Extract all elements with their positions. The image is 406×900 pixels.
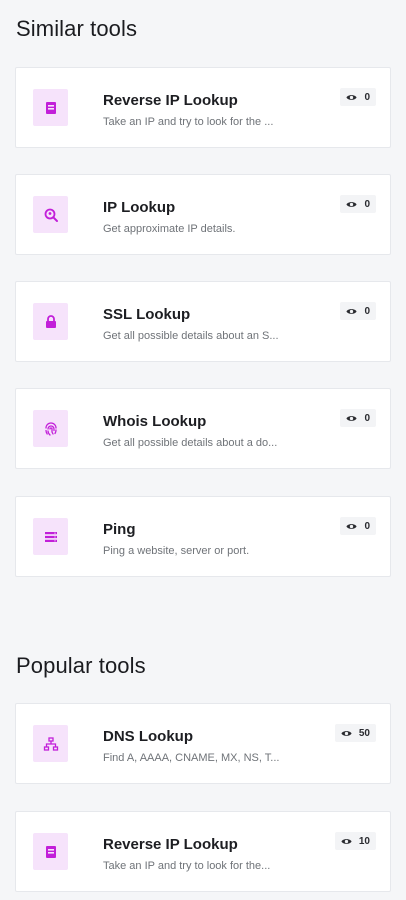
tool-name: SSL Lookup (103, 306, 191, 323)
eye-icon (346, 94, 357, 100)
tool-description: Get all possible details about an S... (103, 330, 279, 342)
tool-card-dns-lookup[interactable]: DNS Lookup Find A, AAAA, CNAME, MX, NS, … (15, 703, 391, 784)
views-badge: 0 (340, 195, 376, 213)
tools-page: Similar tools Reverse IP Lookup Take an … (0, 0, 406, 900)
tool-card-ping[interactable]: Ping Ping a website, server or port. 0 (15, 496, 391, 577)
eye-icon (346, 201, 357, 207)
tool-name: DNS Lookup (103, 728, 193, 745)
views-count: 0 (364, 91, 370, 103)
views-count: 0 (364, 305, 370, 317)
views-badge: 0 (340, 88, 376, 106)
views-badge: 10 (334, 832, 376, 850)
tool-description: Take an IP and try to look for the ... (103, 116, 274, 128)
tool-name: Reverse IP Lookup (103, 836, 238, 853)
eye-icon (346, 415, 357, 421)
popular-tools-heading: Popular tools (16, 653, 146, 678)
views-count: 0 (364, 198, 370, 210)
lock-icon (33, 303, 68, 340)
tool-description: Find A, AAAA, CNAME, MX, NS, T... (103, 752, 280, 764)
similar-tools-heading: Similar tools (16, 16, 138, 41)
views-count: 50 (358, 727, 370, 739)
views-count: 10 (358, 835, 370, 847)
tool-card-ssl-lookup[interactable]: SSL Lookup Get all possible details abou… (15, 281, 391, 362)
views-badge: 50 (334, 724, 376, 742)
tool-card-ip-lookup[interactable]: IP Lookup Get approximate IP details. 0 (15, 174, 391, 255)
tool-description: Take an IP and try to look for the... (103, 860, 271, 872)
views-badge: 0 (340, 517, 376, 535)
eye-icon (341, 838, 352, 844)
tool-name: Whois Lookup (103, 413, 207, 430)
fingerprint-icon (33, 410, 68, 447)
tool-name: IP Lookup (103, 199, 176, 216)
views-badge: 0 (340, 409, 376, 427)
search-location-icon (33, 196, 68, 233)
address-card-icon (33, 833, 68, 870)
address-card-icon (33, 89, 68, 126)
tool-card-reverse-ip-lookup[interactable]: Reverse IP Lookup Take an IP and try to … (15, 811, 391, 892)
server-icon (33, 518, 68, 555)
eye-icon (341, 730, 352, 736)
eye-icon (346, 523, 357, 529)
network-icon (33, 725, 68, 762)
tool-description: Get all possible details about a do... (103, 437, 278, 449)
tool-name: Ping (103, 521, 136, 538)
tool-card-whois-lookup[interactable]: Whois Lookup Get all possible details ab… (15, 388, 391, 469)
tool-description: Get approximate IP details. (103, 223, 236, 235)
eye-icon (346, 308, 357, 314)
views-badge: 0 (340, 302, 376, 320)
tool-description: Ping a website, server or port. (103, 545, 250, 557)
views-count: 0 (364, 412, 370, 424)
tool-name: Reverse IP Lookup (103, 92, 238, 109)
tool-card-reverse-ip-lookup[interactable]: Reverse IP Lookup Take an IP and try to … (15, 67, 391, 148)
views-count: 0 (364, 520, 370, 532)
